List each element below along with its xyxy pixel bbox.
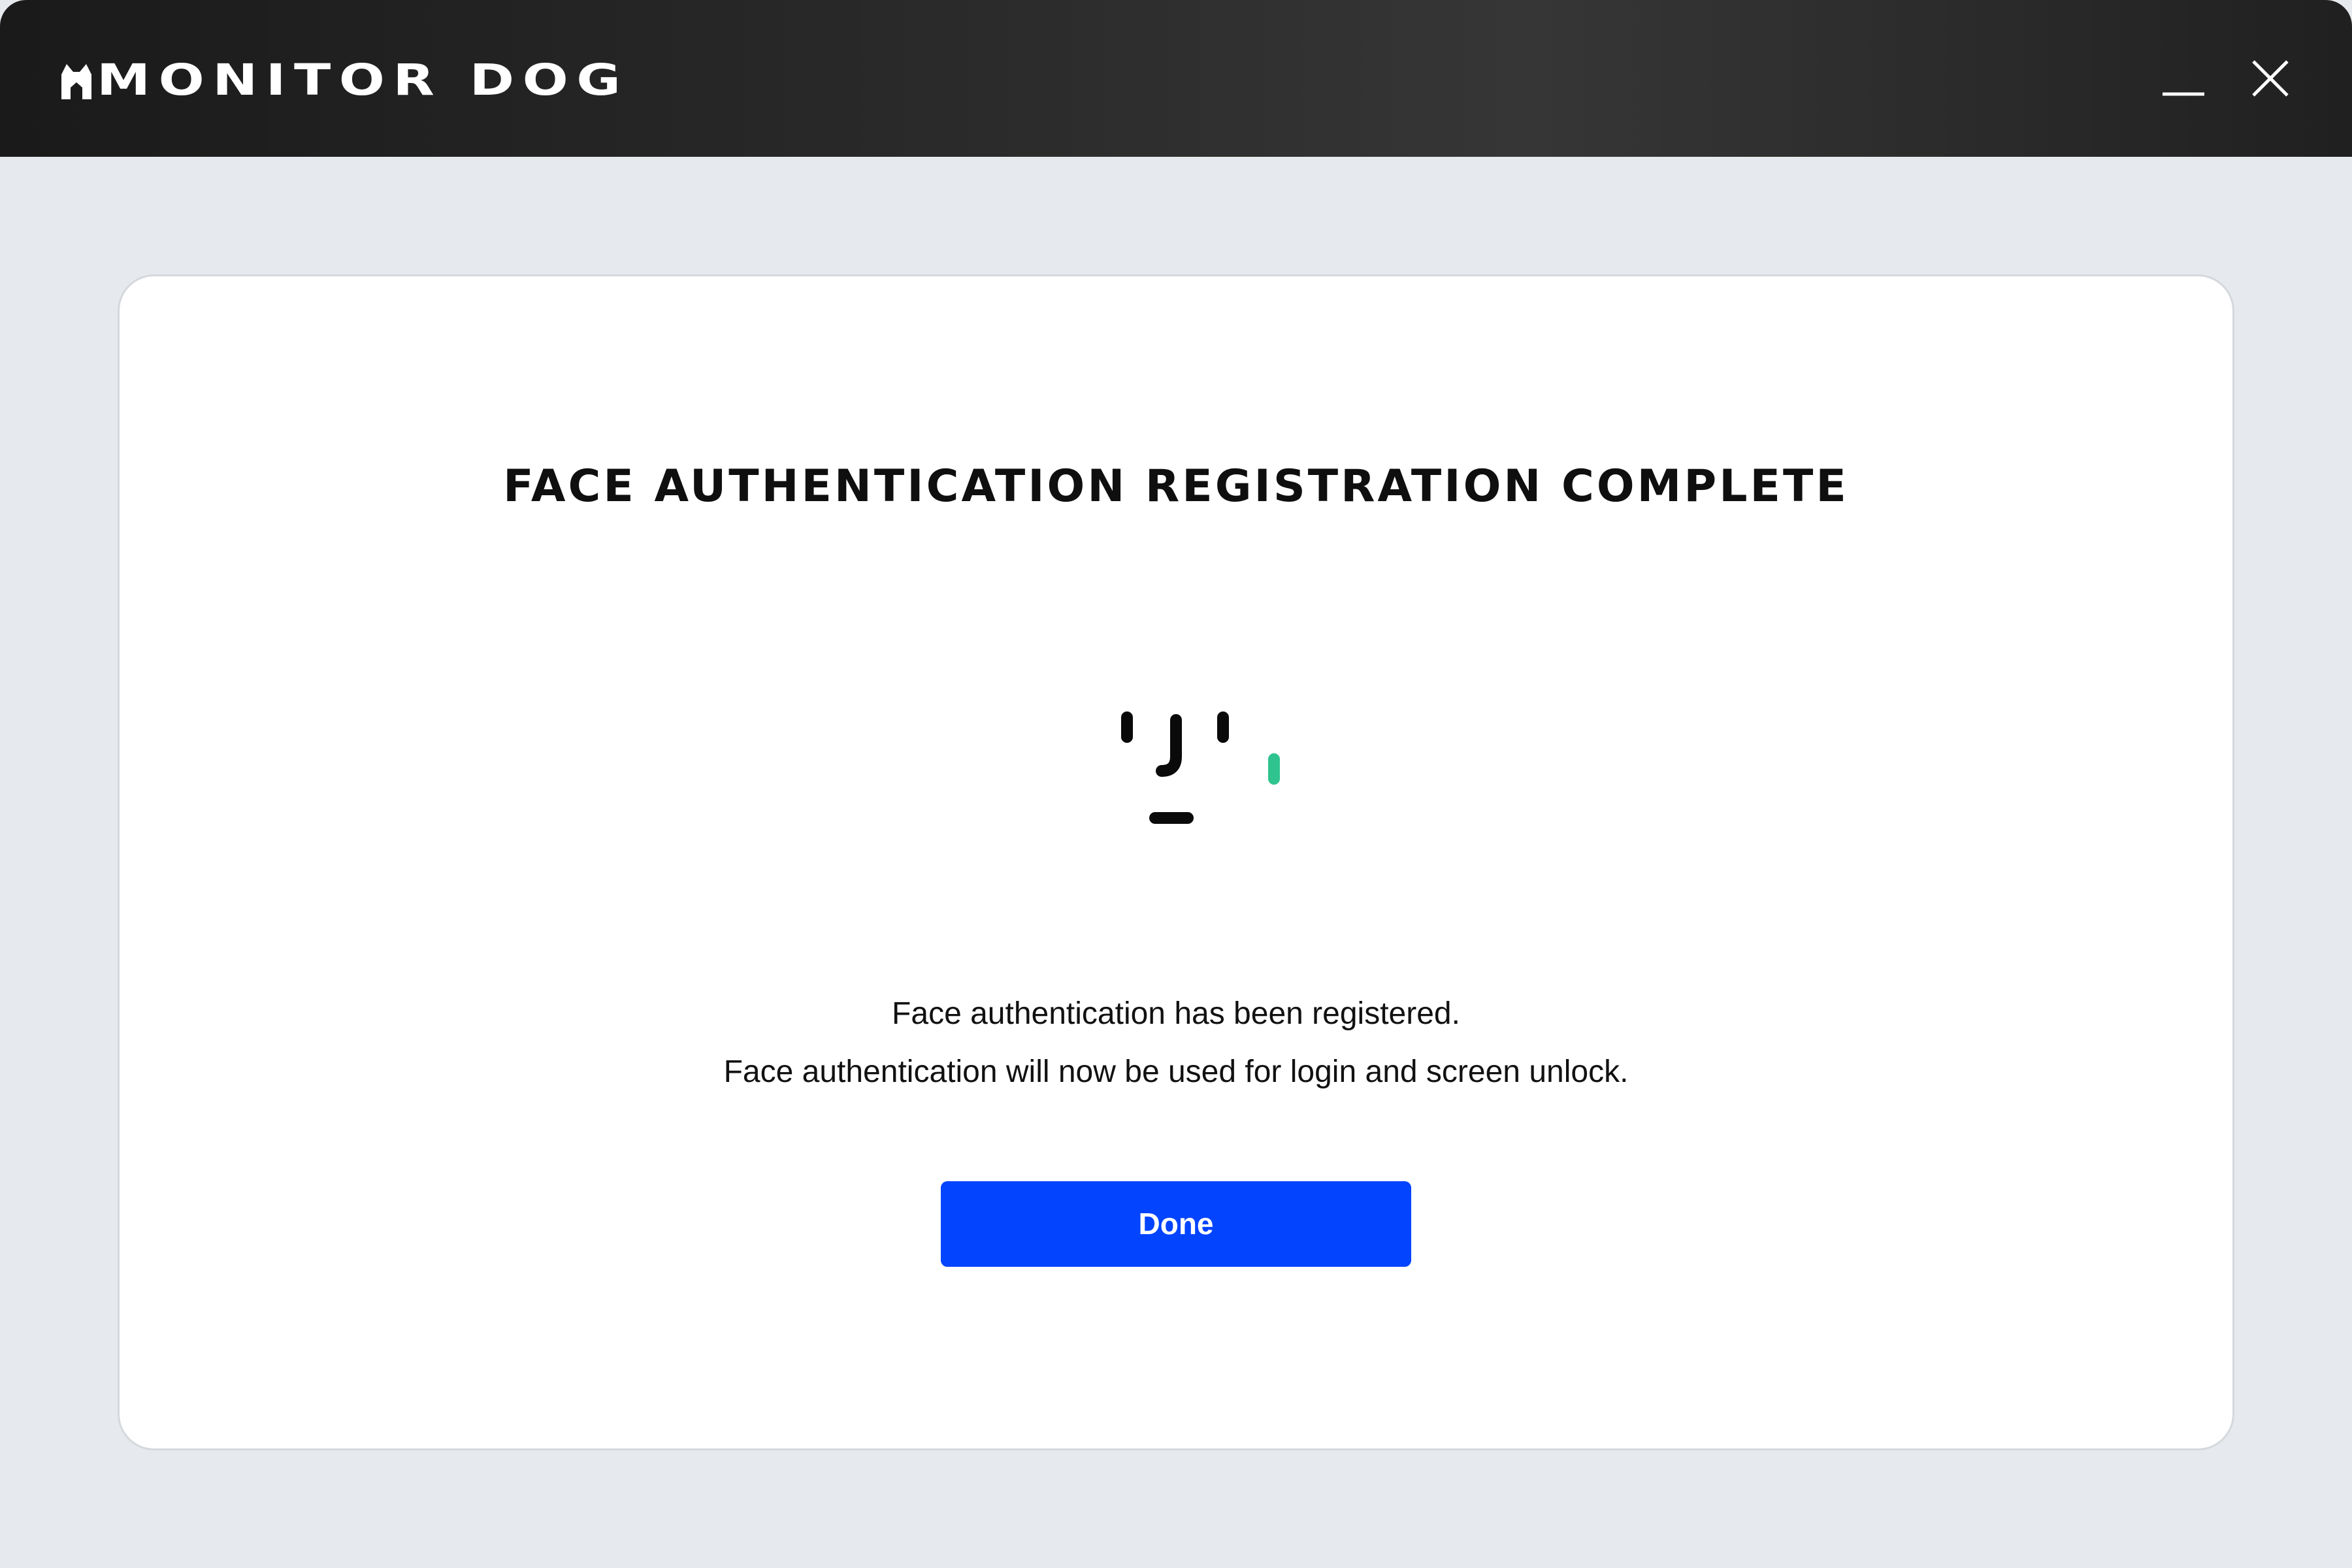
done-button[interactable]: Done [941,1181,1411,1267]
dog-head-icon [61,64,91,99]
message-usage: Face authentication will now be used for… [723,1054,1629,1089]
app-logo: MONITOR DOG [59,57,621,103]
app-name: MONITOR DOG [97,55,629,105]
message-registered: Face authentication has been registered. [892,996,1460,1031]
title-bar[interactable]: MONITOR DOG [0,0,2352,157]
dialog-title: FACE AUTHENTICATION REGISTRATION COMPLET… [503,461,1849,512]
face-id-icon [1121,711,1280,824]
app-window: MONITOR DOG FACE AUTHENTICATION REGISTRA… [0,0,2352,1568]
minimize-button[interactable] [2151,46,2216,111]
close-icon [2252,60,2289,97]
minimize-icon [2163,92,2204,96]
close-button[interactable] [2238,46,2303,111]
registration-complete-card [118,274,2234,1450]
